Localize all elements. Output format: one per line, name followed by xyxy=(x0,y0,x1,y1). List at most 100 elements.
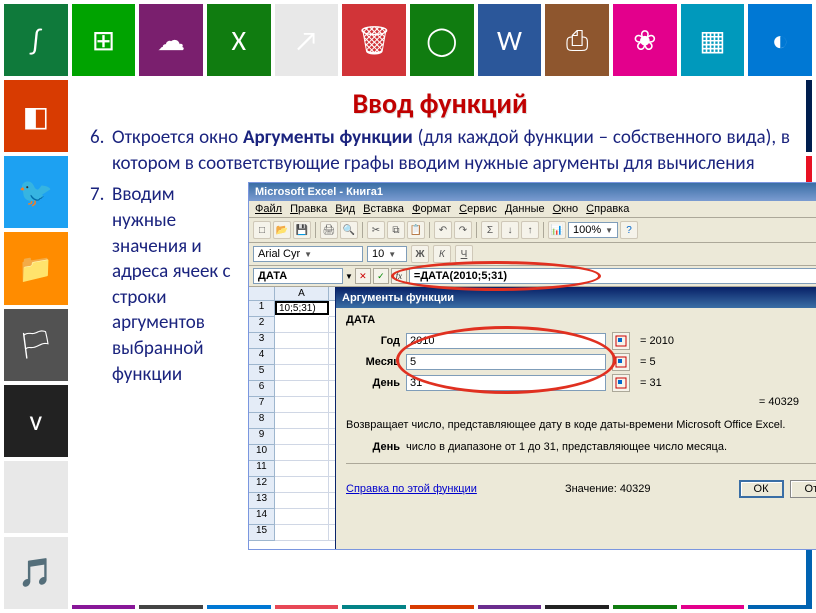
name-box[interactable]: ДАТА xyxy=(253,268,343,284)
bg-tile: ⊞ xyxy=(72,4,136,76)
row-header[interactable]: 9 xyxy=(249,429,275,445)
cut-icon[interactable]: ✂ xyxy=(367,221,385,239)
row-header[interactable]: 4 xyxy=(249,349,275,365)
sort-desc-icon[interactable]: ↑ xyxy=(521,221,539,239)
argument-row: Год2010= 2010 xyxy=(346,332,816,350)
argument-row: Месяц5= 5 xyxy=(346,353,816,371)
menu-item[interactable]: Данные xyxy=(505,203,545,215)
paste-icon[interactable]: 📋 xyxy=(407,221,425,239)
cancel-button[interactable]: Отмена xyxy=(790,480,816,498)
cell[interactable] xyxy=(275,317,329,333)
bold-icon[interactable]: Ж xyxy=(411,245,429,263)
bg-tile: ▦ xyxy=(681,4,745,76)
range-select-icon[interactable] xyxy=(612,374,630,392)
preview-icon[interactable]: 🔍 xyxy=(340,221,358,239)
excel-toolbar-standard[interactable]: □ 📂 💾 🖨 🔍 ✂ ⧉ 📋 ↶ ↷ Σ ↓ ↑ xyxy=(249,218,816,243)
cancel-formula-icon[interactable]: ✕ xyxy=(355,268,371,284)
italic-icon[interactable]: К xyxy=(433,245,451,263)
range-select-icon[interactable] xyxy=(612,332,630,350)
bg-tile: X xyxy=(207,4,271,76)
underline-icon[interactable]: Ч xyxy=(455,245,473,263)
zoom-combo[interactable]: 100%▼ xyxy=(568,222,618,238)
spreadsheet-grid[interactable]: ABCDEFGHIJK 110;5;31)2345678910111213141… xyxy=(249,287,816,550)
cell[interactable] xyxy=(275,525,329,541)
bg-tile: 🏳 xyxy=(4,309,68,381)
menu-item[interactable]: Формат xyxy=(412,203,451,215)
row-header[interactable]: 3 xyxy=(249,333,275,349)
point-text: Вводим нужные значения и адреса ячеек с … xyxy=(112,182,234,387)
row-header[interactable]: 10 xyxy=(249,445,275,461)
cell[interactable] xyxy=(275,349,329,365)
help-link[interactable]: Справка по этой функции xyxy=(346,483,477,495)
argument-row: День31= 31 xyxy=(346,374,816,392)
enter-formula-icon[interactable]: ✓ xyxy=(373,268,389,284)
redo-icon[interactable]: ↷ xyxy=(454,221,472,239)
row-header[interactable]: 14 xyxy=(249,509,275,525)
menu-item[interactable]: Правка xyxy=(290,203,327,215)
menu-item[interactable]: Сервис xyxy=(459,203,497,215)
bg-tile: 📁 xyxy=(4,232,68,304)
argument-description: День число в диапазоне от 1 до 31, предс… xyxy=(346,441,816,453)
bg-tile: ∫ xyxy=(4,4,68,76)
excel-toolbar-format[interactable]: Arial Cyr▼ 10▼ Ж К Ч xyxy=(249,243,816,266)
row-header[interactable]: 6 xyxy=(249,381,275,397)
arg-input[interactable]: 5 xyxy=(406,354,606,370)
cell[interactable] xyxy=(275,493,329,509)
cell[interactable] xyxy=(275,429,329,445)
cell[interactable] xyxy=(275,413,329,429)
row-header[interactable]: 11 xyxy=(249,461,275,477)
range-select-icon[interactable] xyxy=(612,353,630,371)
cell[interactable] xyxy=(275,365,329,381)
cell[interactable] xyxy=(275,445,329,461)
row-header[interactable]: 13 xyxy=(249,493,275,509)
save-icon[interactable]: 💾 xyxy=(293,221,311,239)
arg-input[interactable]: 31 xyxy=(406,375,606,391)
formula-input[interactable]: =ДАТА(2010;5;31) xyxy=(409,268,816,284)
cell[interactable] xyxy=(275,381,329,397)
new-icon[interactable]: □ xyxy=(253,221,271,239)
bg-tile: W xyxy=(478,4,542,76)
help-icon[interactable]: ? xyxy=(620,221,638,239)
menu-item[interactable]: Окно xyxy=(553,203,579,215)
row-header[interactable]: 1 xyxy=(249,301,275,317)
excel-window: Microsoft Excel - Книга1 ФайлПравкаВидВс… xyxy=(248,182,816,550)
bg-tile: 🎵 xyxy=(4,537,68,609)
cell[interactable] xyxy=(275,461,329,477)
fontsize-combo[interactable]: 10▼ xyxy=(367,246,407,262)
cell[interactable]: 10;5;31) xyxy=(275,301,329,315)
undo-icon[interactable]: ↶ xyxy=(434,221,452,239)
print-icon[interactable]: 🖨 xyxy=(320,221,338,239)
arg-label: Месяц xyxy=(346,356,400,368)
bg-tile: ◧ xyxy=(4,80,68,152)
row-header[interactable]: 15 xyxy=(249,525,275,541)
sum-icon[interactable]: Σ xyxy=(481,221,499,239)
menu-item[interactable]: Файл xyxy=(255,203,282,215)
row-header[interactable]: 5 xyxy=(249,365,275,381)
sort-asc-icon[interactable]: ↓ xyxy=(501,221,519,239)
dialog-titlebar[interactable]: Аргументы функции X xyxy=(336,288,816,308)
open-icon[interactable]: 📂 xyxy=(273,221,291,239)
column-header[interactable]: A xyxy=(275,287,329,300)
row-header[interactable]: 12 xyxy=(249,477,275,493)
copy-icon[interactable]: ⧉ xyxy=(387,221,405,239)
chart-icon[interactable]: 📊 xyxy=(548,221,566,239)
excel-menubar[interactable]: Файл Правка Вид Вставка Формат Сервис Данные Ок… xyxy=(249,201,816,218)
ok-button[interactable]: ОК xyxy=(739,480,784,498)
bg-tile: ◐ xyxy=(748,4,812,76)
cell[interactable] xyxy=(275,397,329,413)
row-header[interactable]: 8 xyxy=(249,413,275,429)
function-description: Возвращает число, представляющее дату в … xyxy=(346,418,816,432)
font-combo[interactable]: Arial Cyr▼ xyxy=(253,246,363,262)
menu-item[interactable]: Справка xyxy=(586,203,629,215)
row-header[interactable]: 2 xyxy=(249,317,275,333)
arg-label: День xyxy=(346,377,400,389)
fx-icon[interactable]: fx xyxy=(391,268,407,284)
arg-input[interactable]: 2010 xyxy=(406,333,606,349)
menu-item[interactable]: Вставка xyxy=(363,203,404,215)
cell[interactable] xyxy=(275,509,329,525)
row-header[interactable]: 7 xyxy=(249,397,275,413)
cell[interactable] xyxy=(275,333,329,349)
menu-item[interactable]: Вид xyxy=(335,203,355,215)
cell[interactable] xyxy=(275,477,329,493)
bg-tile: 🐦 xyxy=(4,156,68,228)
